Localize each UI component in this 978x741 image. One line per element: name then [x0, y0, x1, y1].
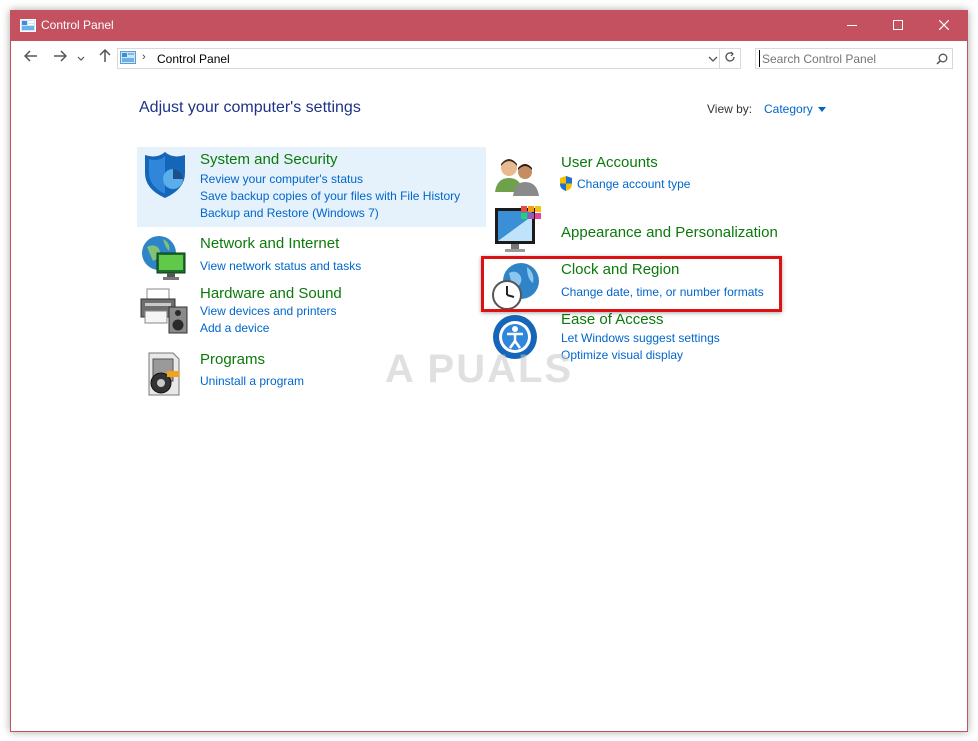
breadcrumb-control-panel[interactable]: Control Panel	[157, 52, 230, 66]
chevron-down-icon	[77, 49, 85, 67]
link-backup-restore[interactable]: Backup and Restore (Windows 7)	[200, 206, 379, 220]
control-panel-window: Control Panel › Control Panel Search Con…	[10, 10, 968, 732]
link-uninstall-program[interactable]: Uninstall a program	[200, 374, 304, 388]
category-network-and-internet[interactable]: Network and Internet View network status…	[139, 233, 469, 281]
search-icon[interactable]	[936, 52, 948, 70]
uac-shield-icon	[559, 176, 573, 196]
control-panel-icon	[120, 51, 136, 69]
minimize-icon	[847, 17, 857, 35]
view-by-dropdown[interactable]: Category	[764, 102, 826, 116]
forward-button[interactable]	[51, 49, 69, 67]
printer-speaker-icon	[139, 283, 191, 335]
link-add-device[interactable]: Add a device	[200, 321, 269, 335]
users-icon	[491, 152, 543, 204]
shield-icon	[139, 149, 191, 201]
search-box[interactable]	[755, 48, 953, 69]
minimize-button[interactable]	[829, 11, 875, 41]
page-title: Adjust your computer's settings	[139, 99, 361, 116]
programs-box-icon	[139, 349, 191, 401]
link-devices-printers[interactable]: View devices and printers	[200, 304, 337, 318]
link-network-status[interactable]: View network status and tasks	[200, 259, 361, 273]
up-button[interactable]	[96, 48, 114, 68]
category-title[interactable]: Programs	[200, 351, 265, 368]
category-user-accounts[interactable]: User Accounts Change account type	[491, 152, 791, 202]
address-bar[interactable]: › Control Panel	[117, 48, 741, 69]
breadcrumb-separator[interactable]: ›	[142, 51, 146, 63]
window-title: Control Panel	[41, 18, 114, 32]
chevron-down-icon[interactable]	[708, 52, 718, 70]
close-icon	[938, 17, 950, 35]
title-bar[interactable]: Control Panel	[11, 11, 967, 41]
navigation-bar: › Control Panel	[11, 41, 967, 76]
link-review-status[interactable]: Review your computer's status	[200, 172, 363, 186]
control-panel-icon	[20, 19, 36, 37]
annotation-highlight-box	[481, 256, 782, 312]
maximize-icon	[893, 17, 903, 35]
link-optimize-visual-display[interactable]: Optimize visual display	[561, 348, 683, 362]
refresh-button[interactable]	[719, 49, 740, 68]
category-appearance-and-personalization[interactable]: Appearance and Personalization	[491, 204, 791, 256]
category-hardware-and-sound[interactable]: Hardware and Sound View devices and prin…	[139, 283, 469, 339]
category-title[interactable]: System and Security	[200, 151, 338, 168]
category-title[interactable]: Appearance and Personalization	[561, 224, 778, 241]
forward-arrow-icon	[53, 49, 68, 67]
view-by-label: View by:	[707, 102, 753, 116]
link-file-history[interactable]: Save backup copies of your files with Fi…	[200, 189, 460, 203]
category-title[interactable]: Hardware and Sound	[200, 285, 342, 302]
network-globe-icon	[139, 233, 191, 285]
link-suggest-settings[interactable]: Let Windows suggest settings	[561, 331, 720, 345]
monitor-palette-icon	[491, 204, 543, 256]
category-title[interactable]: Ease of Access	[561, 311, 664, 328]
back-arrow-icon	[23, 49, 38, 67]
watermark: A PUALS	[385, 347, 574, 391]
category-system-and-security[interactable]: System and Security Review your computer…	[139, 149, 484, 227]
close-button[interactable]	[921, 11, 967, 41]
back-button[interactable]	[22, 49, 40, 67]
view-by-value: Category	[764, 102, 813, 116]
category-title[interactable]: User Accounts	[561, 154, 658, 171]
recent-locations-button[interactable]	[75, 49, 87, 67]
dropdown-caret-icon	[817, 107, 826, 113]
refresh-icon	[724, 50, 736, 68]
maximize-button[interactable]	[875, 11, 921, 41]
category-title[interactable]: Network and Internet	[200, 235, 339, 252]
link-change-account-type[interactable]: Change account type	[577, 177, 690, 191]
up-arrow-icon	[99, 48, 111, 68]
search-input[interactable]	[759, 50, 932, 67]
